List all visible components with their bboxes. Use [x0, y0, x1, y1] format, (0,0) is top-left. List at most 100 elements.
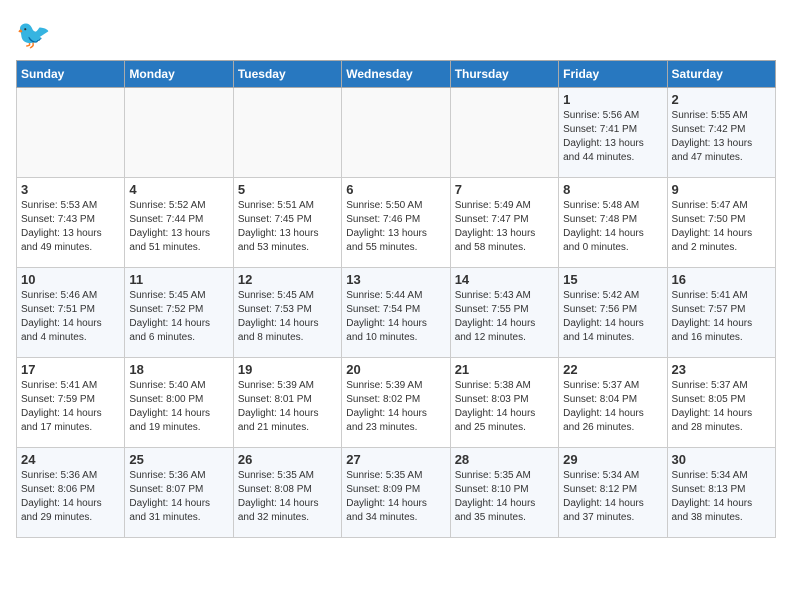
- day-info: Sunrise: 5:36 AM Sunset: 8:07 PM Dayligh…: [129, 469, 228, 525]
- day-number: 7: [455, 182, 554, 197]
- calendar-day-cell: 25 Sunrise: 5:36 AM Sunset: 8:07 PM Dayli…: [125, 448, 233, 538]
- calendar-day-cell: 8 Sunrise: 5:48 AM Sunset: 7:48 PM Daylig…: [559, 178, 667, 268]
- day-info: Sunrise: 5:41 AM Sunset: 7:59 PM Dayligh…: [21, 379, 120, 435]
- calendar-week-row: 24 Sunrise: 5:36 AM Sunset: 8:06 PM Dayli…: [17, 448, 776, 538]
- day-info: Sunrise: 5:50 AM Sunset: 7:46 PM Dayligh…: [346, 199, 445, 255]
- day-number: 26: [238, 452, 337, 467]
- day-info: Sunrise: 5:47 AM Sunset: 7:50 PM Dayligh…: [672, 199, 771, 255]
- calendar-day-cell: [450, 88, 558, 178]
- calendar-day-cell: 26Sunrise: 5:35 AM Sunset: 8:08 PM Dayli…: [233, 448, 341, 538]
- day-number: 22: [563, 362, 662, 377]
- weekday-header-row: SundayMondayTuesdayWednesdayThursdayFrid…: [17, 61, 776, 88]
- day-info: Sunrise: 5:39 AM Sunset: 8:02 PM Dayligh…: [346, 379, 445, 435]
- day-number: 1: [563, 92, 662, 107]
- calendar-day-cell: 20 Sunrise: 5:39 AM Sunset: 8:02 PM Dayli…: [342, 358, 450, 448]
- day-info: Sunrise: 5:53 AM Sunset: 7:43 PM Dayligh…: [21, 199, 120, 255]
- calendar-week-row: 3 Sunrise: 5:53 AM Sunset: 7:43 PM Daylig…: [17, 178, 776, 268]
- calendar-day-cell: 10 Sunrise: 5:46 AM Sunset: 7:51 PM Dayli…: [17, 268, 125, 358]
- calendar-day-cell: 19 Sunrise: 5:39 AM Sunset: 8:01 PM Dayli…: [233, 358, 341, 448]
- logo: 🐦: [16, 16, 54, 52]
- calendar-table: SundayMondayTuesdayWednesdayThursdayFrid…: [16, 60, 776, 538]
- calendar-day-cell: 9 Sunrise: 5:47 AM Sunset: 7:50 PM Daylig…: [667, 178, 775, 268]
- calendar-day-cell: 23 Sunrise: 5:37 AM Sunset: 8:05 PM Dayli…: [667, 358, 775, 448]
- calendar-day-cell: 17 Sunrise: 5:41 AM Sunset: 7:59 PM Dayli…: [17, 358, 125, 448]
- calendar-day-cell: 30 Sunrise: 5:34 AM Sunset: 8:13 PM Dayli…: [667, 448, 775, 538]
- calendar-day-cell: 15 Sunrise: 5:42 AM Sunset: 7:56 PM Dayli…: [559, 268, 667, 358]
- day-number: 4: [129, 182, 228, 197]
- weekday-header-sunday: Sunday: [17, 61, 125, 88]
- day-info: Sunrise: 5:38 AM Sunset: 8:03 PM Dayligh…: [455, 379, 554, 435]
- day-info: Sunrise: 5:34 AM Sunset: 8:13 PM Dayligh…: [672, 469, 771, 525]
- svg-text:🐦: 🐦: [16, 19, 51, 50]
- day-info: Sunrise: 5:44 AM Sunset: 7:54 PM Dayligh…: [346, 289, 445, 345]
- day-number: 12: [238, 272, 337, 287]
- calendar-day-cell: [342, 88, 450, 178]
- day-info: Sunrise: 5:40 AM Sunset: 8:00 PM Dayligh…: [129, 379, 228, 435]
- day-info: Sunrise: 5:37 AM Sunset: 8:05 PM Dayligh…: [672, 379, 771, 435]
- day-number: 28: [455, 452, 554, 467]
- day-info: Sunrise: 5:42 AM Sunset: 7:56 PM Dayligh…: [563, 289, 662, 345]
- calendar-day-cell: 1 Sunrise: 5:56 AM Sunset: 7:41 PM Daylig…: [559, 88, 667, 178]
- calendar-day-cell: 28Sunrise: 5:35 AM Sunset: 8:10 PM Dayli…: [450, 448, 558, 538]
- weekday-header-saturday: Saturday: [667, 61, 775, 88]
- weekday-header-tuesday: Tuesday: [233, 61, 341, 88]
- day-info: Sunrise: 5:34 AM Sunset: 8:12 PM Dayligh…: [563, 469, 662, 525]
- day-number: 27: [346, 452, 445, 467]
- calendar-week-row: 17 Sunrise: 5:41 AM Sunset: 7:59 PM Dayli…: [17, 358, 776, 448]
- day-number: 18: [129, 362, 228, 377]
- calendar-day-cell: 4 Sunrise: 5:52 AM Sunset: 7:44 PM Daylig…: [125, 178, 233, 268]
- calendar-week-row: 1 Sunrise: 5:56 AM Sunset: 7:41 PM Daylig…: [17, 88, 776, 178]
- day-number: 8: [563, 182, 662, 197]
- calendar-day-cell: 12 Sunrise: 5:45 AM Sunset: 7:53 PM Dayli…: [233, 268, 341, 358]
- day-number: 5: [238, 182, 337, 197]
- calendar-day-cell: 16Sunrise: 5:41 AM Sunset: 7:57 PM Dayli…: [667, 268, 775, 358]
- day-number: 25: [129, 452, 228, 467]
- calendar-day-cell: 27Sunrise: 5:35 AM Sunset: 8:09 PM Dayli…: [342, 448, 450, 538]
- calendar-day-cell: 2 Sunrise: 5:55 AM Sunset: 7:42 PM Daylig…: [667, 88, 775, 178]
- day-number: 3: [21, 182, 120, 197]
- day-info: Sunrise: 5:39 AM Sunset: 8:01 PM Dayligh…: [238, 379, 337, 435]
- calendar-day-cell: [17, 88, 125, 178]
- day-number: 29: [563, 452, 662, 467]
- calendar-day-cell: 11 Sunrise: 5:45 AM Sunset: 7:52 PM Dayli…: [125, 268, 233, 358]
- day-number: 15: [563, 272, 662, 287]
- day-info: Sunrise: 5:51 AM Sunset: 7:45 PM Dayligh…: [238, 199, 337, 255]
- day-number: 2: [672, 92, 771, 107]
- day-info: Sunrise: 5:45 AM Sunset: 7:52 PM Dayligh…: [129, 289, 228, 345]
- calendar-day-cell: [125, 88, 233, 178]
- day-info: Sunrise: 5:55 AM Sunset: 7:42 PM Dayligh…: [672, 109, 771, 165]
- calendar-day-cell: 7 Sunrise: 5:49 AM Sunset: 7:47 PM Daylig…: [450, 178, 558, 268]
- calendar-day-cell: 24 Sunrise: 5:36 AM Sunset: 8:06 PM Dayli…: [17, 448, 125, 538]
- calendar-week-row: 10 Sunrise: 5:46 AM Sunset: 7:51 PM Dayli…: [17, 268, 776, 358]
- calendar-day-cell: 5 Sunrise: 5:51 AM Sunset: 7:45 PM Daylig…: [233, 178, 341, 268]
- calendar-day-cell: [233, 88, 341, 178]
- day-info: Sunrise: 5:41 AM Sunset: 7:57 PM Dayligh…: [672, 289, 771, 345]
- day-number: 19: [238, 362, 337, 377]
- day-info: Sunrise: 5:48 AM Sunset: 7:48 PM Dayligh…: [563, 199, 662, 255]
- day-number: 9: [672, 182, 771, 197]
- day-info: Sunrise: 5:49 AM Sunset: 7:47 PM Dayligh…: [455, 199, 554, 255]
- weekday-header-wednesday: Wednesday: [342, 61, 450, 88]
- day-number: 14: [455, 272, 554, 287]
- day-info: Sunrise: 5:52 AM Sunset: 7:44 PM Dayligh…: [129, 199, 228, 255]
- weekday-header-friday: Friday: [559, 61, 667, 88]
- calendar-day-cell: 29 Sunrise: 5:34 AM Sunset: 8:12 PM Dayli…: [559, 448, 667, 538]
- day-number: 17: [21, 362, 120, 377]
- weekday-header-thursday: Thursday: [450, 61, 558, 88]
- calendar-day-cell: 13Sunrise: 5:44 AM Sunset: 7:54 PM Dayli…: [342, 268, 450, 358]
- day-info: Sunrise: 5:46 AM Sunset: 7:51 PM Dayligh…: [21, 289, 120, 345]
- day-number: 24: [21, 452, 120, 467]
- calendar-day-cell: 14Sunrise: 5:43 AM Sunset: 7:55 PM Dayli…: [450, 268, 558, 358]
- day-number: 11: [129, 272, 228, 287]
- logo-icon: 🐦: [16, 16, 52, 52]
- header-top: 🐦: [16, 16, 776, 52]
- day-number: 6: [346, 182, 445, 197]
- day-info: Sunrise: 5:37 AM Sunset: 8:04 PM Dayligh…: [563, 379, 662, 435]
- day-info: Sunrise: 5:56 AM Sunset: 7:41 PM Dayligh…: [563, 109, 662, 165]
- day-info: Sunrise: 5:45 AM Sunset: 7:53 PM Dayligh…: [238, 289, 337, 345]
- day-number: 20: [346, 362, 445, 377]
- day-number: 23: [672, 362, 771, 377]
- day-number: 10: [21, 272, 120, 287]
- day-info: Sunrise: 5:36 AM Sunset: 8:06 PM Dayligh…: [21, 469, 120, 525]
- day-number: 30: [672, 452, 771, 467]
